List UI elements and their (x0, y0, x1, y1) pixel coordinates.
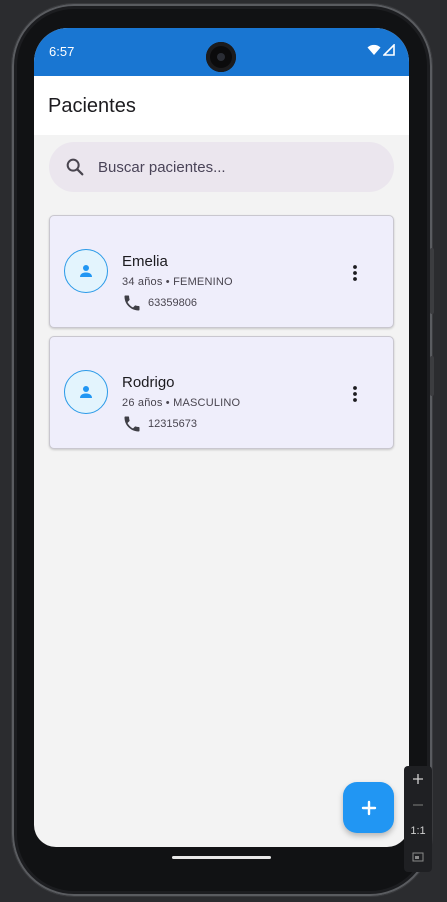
home-indicator[interactable] (172, 856, 271, 859)
add-patient-button[interactable] (343, 782, 394, 833)
status-time: 6:57 (49, 44, 75, 59)
app-bar: Pacientes (34, 76, 409, 135)
patient-phone-number: 63359806 (148, 297, 197, 309)
patient-phone: 12315673 (122, 414, 197, 434)
plus-icon (413, 774, 423, 784)
phone-icon (124, 295, 140, 311)
search-icon (66, 158, 84, 176)
patient-name: Emelia (122, 253, 168, 270)
device-screen: 6:57 Pacientes Emelia 34 años • FEMENINO (34, 28, 409, 847)
emulator-zoom-controls: 1:1 (404, 766, 432, 872)
signal-icon (383, 44, 395, 56)
status-bar: 6:57 (34, 28, 409, 76)
zoom-ratio-button[interactable]: 1:1 (404, 818, 432, 844)
patient-phone: 63359806 (122, 293, 197, 313)
phone-icon (124, 416, 140, 432)
search-bar[interactable] (49, 142, 394, 192)
patient-phone-number: 12315673 (148, 418, 197, 430)
patient-name: Rodrigo (122, 374, 175, 391)
search-input[interactable] (96, 157, 380, 177)
patient-avatar (64, 370, 108, 414)
zoom-out-button[interactable] (404, 792, 432, 818)
page-title: Pacientes (48, 95, 136, 117)
patient-avatar (64, 249, 108, 293)
status-icons (367, 44, 395, 56)
fit-screen-icon (412, 852, 424, 862)
wifi-icon (367, 44, 381, 55)
patient-details: 26 años • MASCULINO (122, 397, 241, 409)
patient-card[interactable]: Rodrigo 26 años • MASCULINO 12315673 (49, 336, 394, 449)
patient-details: 34 años • FEMENINO (122, 276, 233, 288)
patient-card[interactable]: Emelia 34 años • FEMENINO 63359806 (49, 215, 394, 328)
patient-menu-button[interactable] (343, 261, 367, 285)
more-vert-icon (353, 265, 357, 281)
add-icon (361, 800, 376, 815)
zoom-in-button[interactable] (404, 766, 432, 792)
person-icon (80, 265, 92, 277)
person-icon (80, 386, 92, 398)
volume-button (430, 248, 434, 314)
power-button (430, 356, 434, 396)
patient-menu-button[interactable] (343, 382, 367, 406)
more-vert-icon (353, 386, 357, 402)
fit-screen-button[interactable] (404, 844, 432, 870)
front-camera (206, 42, 236, 72)
minus-icon (413, 804, 423, 806)
